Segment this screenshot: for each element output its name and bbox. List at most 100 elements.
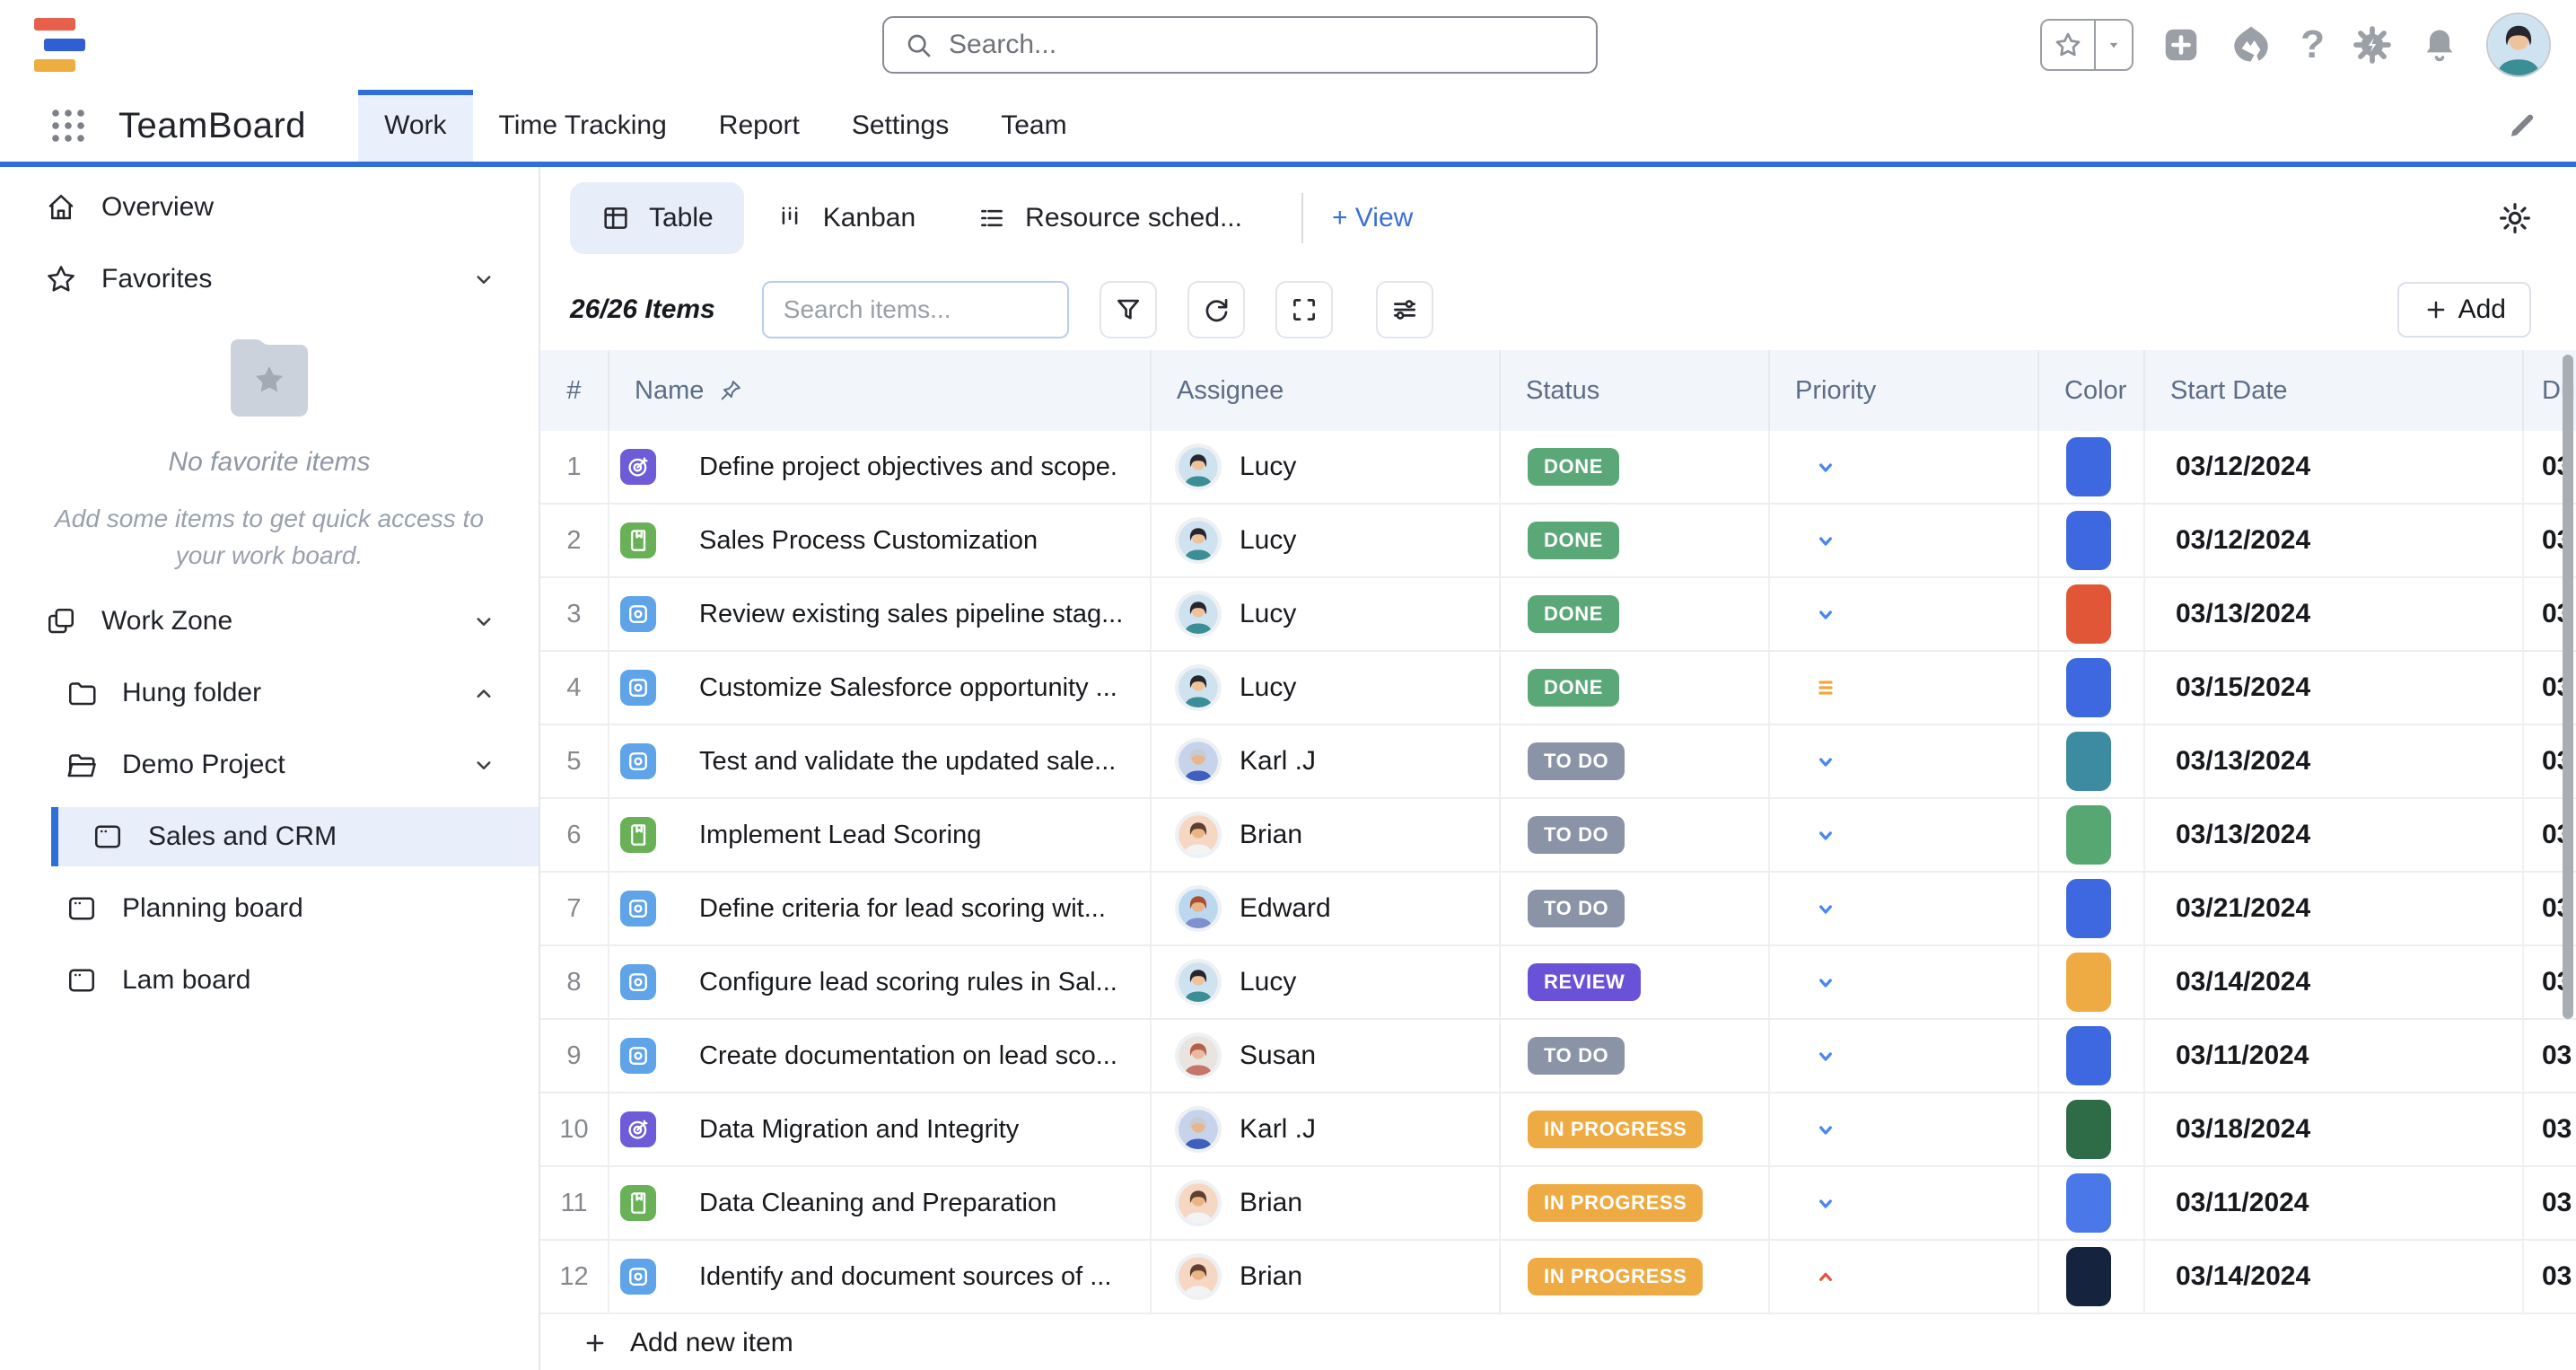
status-badge[interactable]: DONE [1528, 522, 1619, 559]
name-cell[interactable]: Define project objectives and scope. [609, 431, 1152, 503]
global-search-input[interactable] [949, 30, 1576, 60]
view-tab-kanban[interactable]: Kanban [744, 182, 946, 254]
status-cell[interactable]: IN PROGRESS [1501, 1241, 1770, 1313]
chevron-down-icon[interactable] [470, 266, 497, 293]
color-cell[interactable] [2039, 946, 2145, 1018]
status-badge[interactable]: IN PROGRESS [1528, 1111, 1703, 1148]
add-new-item-button[interactable]: Add new item [540, 1316, 2576, 1370]
table-row[interactable]: 7Define criteria for lead scoring wit...… [540, 873, 2576, 946]
assignee-cell[interactable]: Karl .J [1152, 1093, 1501, 1165]
priority-cell[interactable] [1770, 431, 2039, 503]
priority-low-icon[interactable] [1811, 1041, 1840, 1070]
priority-cell[interactable] [1770, 1167, 2039, 1239]
assignee-cell[interactable]: Brian [1152, 1241, 1501, 1313]
table-row[interactable]: 12Identify and document sources of ...Br… [540, 1241, 2576, 1314]
color-cell[interactable] [2039, 873, 2145, 944]
sidebar-item-favorites[interactable]: Favorites [0, 250, 539, 309]
status-cell[interactable]: TO DO [1501, 873, 1770, 944]
column-header-assignee[interactable]: Assignee [1152, 350, 1501, 431]
start-date-cell[interactable]: 03/13/2024 [2145, 799, 2524, 871]
assignee-cell[interactable]: Lucy [1152, 652, 1501, 724]
due-date-cell[interactable]: 03 [2524, 1020, 2576, 1092]
priority-low-icon[interactable] [1811, 526, 1840, 555]
table-row[interactable]: 11Data Cleaning and PreparationBrianIN P… [540, 1167, 2576, 1241]
priority-cell[interactable] [1770, 1241, 2039, 1313]
refresh-button[interactable] [1187, 281, 1245, 338]
sidebar-item-lam-board[interactable]: Lam board [0, 951, 539, 1010]
color-swatch[interactable] [2066, 658, 2111, 717]
status-badge[interactable]: TO DO [1528, 816, 1625, 854]
status-cell[interactable]: DONE [1501, 652, 1770, 724]
status-badge[interactable]: IN PROGRESS [1528, 1184, 1703, 1222]
priority-low-icon[interactable] [1811, 452, 1840, 481]
start-date-cell[interactable]: 03/13/2024 [2145, 578, 2524, 650]
priority-low-icon[interactable] [1811, 1115, 1840, 1144]
priority-cell[interactable] [1770, 799, 2039, 871]
color-cell[interactable] [2039, 1167, 2145, 1239]
notifications-bell-icon[interactable] [2420, 25, 2459, 65]
color-swatch[interactable] [2066, 732, 2111, 791]
color-cell[interactable] [2039, 1093, 2145, 1165]
column-header-start-date[interactable]: Start Date [2145, 350, 2524, 431]
nav-tab-work[interactable]: Work [358, 90, 472, 162]
start-date-cell[interactable]: 03/11/2024 [2145, 1020, 2524, 1092]
status-cell[interactable]: IN PROGRESS [1501, 1167, 1770, 1239]
start-date-cell[interactable]: 03/14/2024 [2145, 946, 2524, 1018]
due-date-cell[interactable]: 03 [2524, 1167, 2576, 1239]
name-cell[interactable]: Sales Process Customization [609, 505, 1152, 576]
status-badge[interactable]: DONE [1528, 595, 1619, 633]
vertical-scrollbar[interactable] [2563, 355, 2573, 1019]
priority-low-icon[interactable] [1811, 968, 1840, 997]
view-settings-gear-icon[interactable] [2497, 200, 2533, 236]
color-cell[interactable] [2039, 652, 2145, 724]
status-cell[interactable]: TO DO [1501, 1020, 1770, 1092]
spaces-logo-icon[interactable] [2229, 22, 2274, 67]
status-badge[interactable]: DONE [1528, 669, 1619, 707]
add-item-button[interactable]: Add [2397, 282, 2531, 338]
color-cell[interactable] [2039, 505, 2145, 576]
priority-medium-icon[interactable] [1811, 673, 1840, 702]
color-swatch[interactable] [2066, 805, 2111, 865]
color-swatch[interactable] [2066, 953, 2111, 1012]
color-cell[interactable] [2039, 1241, 2145, 1313]
assignee-cell[interactable]: Brian [1152, 1167, 1501, 1239]
filter-button[interactable] [1100, 281, 1157, 338]
priority-cell[interactable] [1770, 725, 2039, 797]
due-date-cell[interactable]: 03 [2524, 1093, 2576, 1165]
nav-tab-team[interactable]: Team [975, 90, 1092, 162]
color-cell[interactable] [2039, 799, 2145, 871]
chevron-down-icon[interactable] [470, 751, 497, 778]
name-cell[interactable]: Configure lead scoring rules in Sal... [609, 946, 1152, 1018]
color-swatch[interactable] [2066, 437, 2111, 496]
table-row[interactable]: 1Define project objectives and scope.Luc… [540, 431, 2576, 505]
edit-pencil-icon[interactable] [2504, 109, 2538, 143]
color-cell[interactable] [2039, 431, 2145, 503]
pin-icon[interactable] [718, 378, 743, 403]
priority-low-icon[interactable] [1811, 600, 1840, 628]
app-logo[interactable] [34, 18, 88, 80]
status-badge[interactable]: TO DO [1528, 1037, 1625, 1075]
assignee-cell[interactable]: Brian [1152, 799, 1501, 871]
view-tab-table[interactable]: Table [570, 182, 744, 254]
table-row[interactable]: 8Configure lead scoring rules in Sal...L… [540, 946, 2576, 1020]
assignee-cell[interactable]: Lucy [1152, 946, 1501, 1018]
nav-tab-time-tracking[interactable]: Time Tracking [473, 90, 693, 162]
global-search[interactable] [882, 16, 1598, 74]
status-cell[interactable]: DONE [1501, 578, 1770, 650]
priority-high-icon[interactable] [1811, 1262, 1840, 1291]
name-cell[interactable]: Data Cleaning and Preparation [609, 1167, 1152, 1239]
name-cell[interactable]: Data Migration and Integrity [609, 1093, 1152, 1165]
favorite-split-button[interactable] [2040, 19, 2134, 71]
help-icon[interactable]: ? [2300, 25, 2325, 65]
nav-tab-settings[interactable]: Settings [826, 90, 975, 162]
table-row[interactable]: 6Implement Lead ScoringBrianTO DO03/13/2… [540, 799, 2576, 873]
sidebar-item-sales-and-crm[interactable]: Sales and CRM [51, 807, 539, 866]
status-badge[interactable]: DONE [1528, 448, 1619, 486]
table-row[interactable]: 9Create documentation on lead sco...Susa… [540, 1020, 2576, 1093]
caret-down-icon[interactable] [2094, 21, 2132, 69]
priority-cell[interactable] [1770, 1020, 2039, 1092]
chevron-up-icon[interactable] [470, 680, 497, 707]
color-swatch[interactable] [2066, 1100, 2111, 1159]
table-row[interactable]: 5Test and validate the updated sale...Ka… [540, 725, 2576, 799]
assignee-cell[interactable]: Karl .J [1152, 725, 1501, 797]
